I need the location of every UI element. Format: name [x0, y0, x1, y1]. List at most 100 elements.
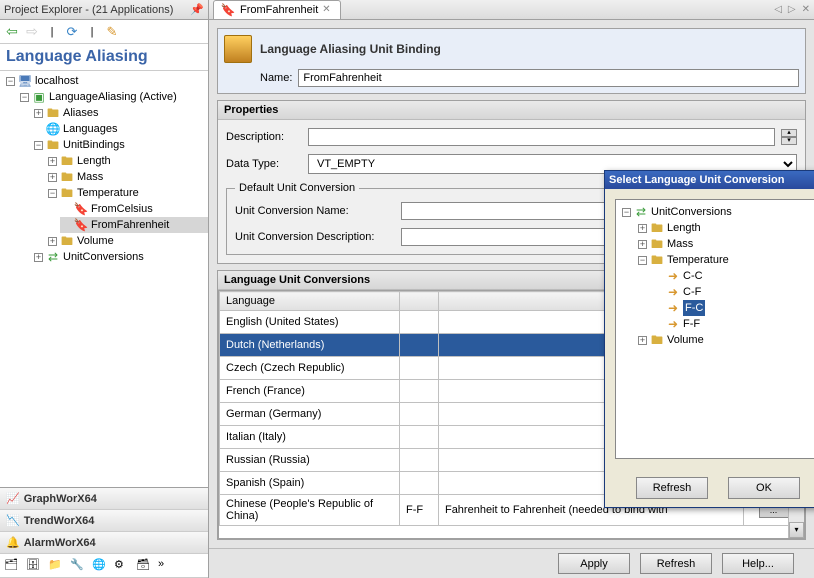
stack-trendworx[interactable]: 📉TrendWorX64	[0, 510, 208, 532]
tree-node-fromcelsius[interactable]: 🔖FromCelsius	[60, 201, 208, 217]
dlg-node-cf[interactable]: ➜C-F	[652, 284, 814, 300]
toolbar-separator: |	[84, 24, 100, 40]
help-button[interactable]: Help...	[722, 553, 794, 574]
binding-item-icon: 🔖	[220, 2, 236, 18]
dialog-title: Select Language Unit Conversion	[609, 174, 784, 186]
conversion-icon: ⇄	[633, 204, 649, 220]
folder-icon: 🖿	[649, 236, 665, 252]
cell-language: German (Germany)	[220, 403, 400, 426]
stack-icon-bar: 🗂 🗄 📁 🔧 🌐 ⚙ 🗃 »	[0, 554, 208, 578]
dlg-node-ff[interactable]: ➜F-F	[652, 316, 814, 332]
tab-close-icon[interactable]: ✕	[322, 4, 334, 16]
dialog-refresh-button[interactable]: Refresh	[636, 477, 708, 499]
dlg-node-volume[interactable]: +🖿Volume	[636, 332, 814, 348]
tree-node-volume[interactable]: +🖿Volume	[46, 233, 208, 249]
server-icon: 🖥	[17, 73, 33, 89]
stack-alarmworx[interactable]: 🔔AlarmWorX64	[0, 532, 208, 554]
binding-icon: 🖿	[45, 137, 61, 153]
dialog-tree[interactable]: −⇄UnitConversions +🖿Length +🖿Mass −🖿Temp…	[615, 199, 814, 459]
dialog-ok-button[interactable]: OK	[728, 477, 800, 499]
conversion-icon: ⇄	[45, 249, 61, 265]
stack-icon[interactable]: 📁	[48, 558, 64, 574]
dialog-titlebar[interactable]: Select Language Unit Conversion ✕	[605, 171, 814, 189]
col-hidden1[interactable]	[400, 292, 439, 311]
cell-language: English (United States)	[220, 311, 400, 334]
tree-node-fromfahrenheit[interactable]: 🔖FromFahrenheit	[60, 217, 208, 233]
tab-close-all-icon[interactable]: ✕	[802, 4, 810, 15]
tree-node-localhost[interactable]: −🖥localhost	[4, 73, 208, 89]
dlg-node-root[interactable]: −⇄UnitConversions	[620, 204, 814, 220]
tree-node-temperature[interactable]: −🖿Temperature	[46, 185, 208, 201]
apply-button[interactable]: Apply	[558, 553, 630, 574]
editor-panel: 🔖 FromFahrenheit ✕ ◁ ▷ ✕ Language Aliasi…	[209, 0, 814, 578]
tree-node-length[interactable]: +🖿Length	[46, 153, 208, 169]
project-explorer-panel: Project Explorer - (21 Applications) 📌 ⇦…	[0, 0, 209, 578]
explorer-tree[interactable]: −🖥localhost −▣LanguageAliasing (Active) …	[0, 71, 208, 487]
stack-icon[interactable]: ⚙	[114, 558, 130, 574]
description-spinner[interactable]: ▴▾	[781, 129, 797, 145]
conversion-item-icon: ➜	[665, 284, 681, 300]
section-title: Language Aliasing	[0, 44, 208, 71]
tab-next-icon[interactable]: ▷	[788, 4, 796, 15]
tab-fromfahrenheit[interactable]: 🔖 FromFahrenheit ✕	[213, 0, 341, 19]
binding-item-icon: 🔖	[73, 201, 89, 217]
stack-icon[interactable]: 🔧	[70, 558, 86, 574]
folder-icon: 🖿	[649, 252, 665, 268]
cell-language: Russian (Russia)	[220, 449, 400, 472]
explorer-title: Project Explorer - (21 Applications)	[4, 4, 173, 16]
cell-conv	[400, 311, 439, 334]
tab-prev-icon[interactable]: ◁	[774, 4, 782, 15]
dlg-node-mass[interactable]: +🖿Mass	[636, 236, 814, 252]
dlg-node-cc[interactable]: ➜C-C	[652, 268, 814, 284]
folder-icon: 🖿	[59, 233, 75, 249]
explorer-toolbar: ⇦ ⇨ | ⟳ | ✎	[0, 20, 208, 44]
cell-language: Italian (Italy)	[220, 426, 400, 449]
dlg-node-fc[interactable]: ➜F-C	[652, 300, 814, 316]
ucn-label: Unit Conversion Name:	[235, 205, 395, 217]
cell-language: Dutch (Netherlands)	[220, 334, 400, 357]
tree-node-unitbindings[interactable]: −🖿UnitBindings	[32, 137, 208, 153]
dialog-buttons: Refresh OK Cancel	[605, 469, 814, 507]
description-input[interactable]	[308, 128, 775, 146]
conversion-item-icon: ➜	[665, 268, 681, 284]
back-button[interactable]: ⇦	[4, 24, 20, 40]
tree-node-unitconversions[interactable]: +⇄UnitConversions	[32, 249, 208, 265]
stack-icon[interactable]: 🗃	[136, 558, 152, 574]
cell-conv	[400, 334, 439, 357]
name-input[interactable]	[298, 69, 799, 87]
stack-graphworx[interactable]: 📈GraphWorX64	[0, 488, 208, 510]
folder-icon: 🖿	[59, 153, 75, 169]
tree-node-app[interactable]: −▣LanguageAliasing (Active)	[18, 89, 208, 105]
cell-language: Chinese (People's Republic of China)	[220, 495, 400, 526]
scroll-down-icon[interactable]: ▾	[789, 522, 804, 538]
stack-icon[interactable]: 🗂	[4, 558, 20, 574]
cell-conv: F-F	[400, 495, 439, 526]
stack-overflow-icon[interactable]: »	[158, 558, 174, 574]
folder-icon: 🖿	[45, 105, 61, 121]
cell-conv	[400, 403, 439, 426]
stack-icon[interactable]: 🗄	[26, 558, 42, 574]
pin-icon[interactable]: 📌	[190, 3, 204, 17]
folder-icon: 🖿	[649, 220, 665, 236]
conversion-item-icon: ➜	[665, 316, 681, 332]
refresh-button[interactable]: Refresh	[640, 553, 712, 574]
stack-icon[interactable]: 🌐	[92, 558, 108, 574]
tab-nav: ◁ ▷ ✕	[774, 4, 810, 15]
dlg-node-temperature[interactable]: −🖿Temperature	[636, 252, 814, 268]
tree-node-mass[interactable]: +🖿Mass	[46, 169, 208, 185]
edit-icon[interactable]: ✎	[104, 24, 120, 40]
graph-icon: 📈	[6, 492, 20, 505]
refresh-icon[interactable]: ⟳	[64, 24, 80, 40]
dialog-body: −⇄UnitConversions +🖿Length +🖿Mass −🖿Temp…	[605, 189, 814, 469]
footer-buttons: Apply Refresh Help...	[209, 548, 814, 578]
name-label: Name:	[260, 72, 292, 84]
tree-node-languages[interactable]: 🌐Languages	[32, 121, 208, 137]
folder-icon: 🖿	[59, 169, 75, 185]
col-language[interactable]: Language	[220, 292, 400, 311]
tree-node-aliases[interactable]: +🖿Aliases	[32, 105, 208, 121]
cell-conv	[400, 426, 439, 449]
dlg-node-length[interactable]: +🖿Length	[636, 220, 814, 236]
conversion-item-icon: ➜	[665, 300, 681, 316]
app-icon: ▣	[31, 89, 47, 105]
cell-conv	[400, 380, 439, 403]
